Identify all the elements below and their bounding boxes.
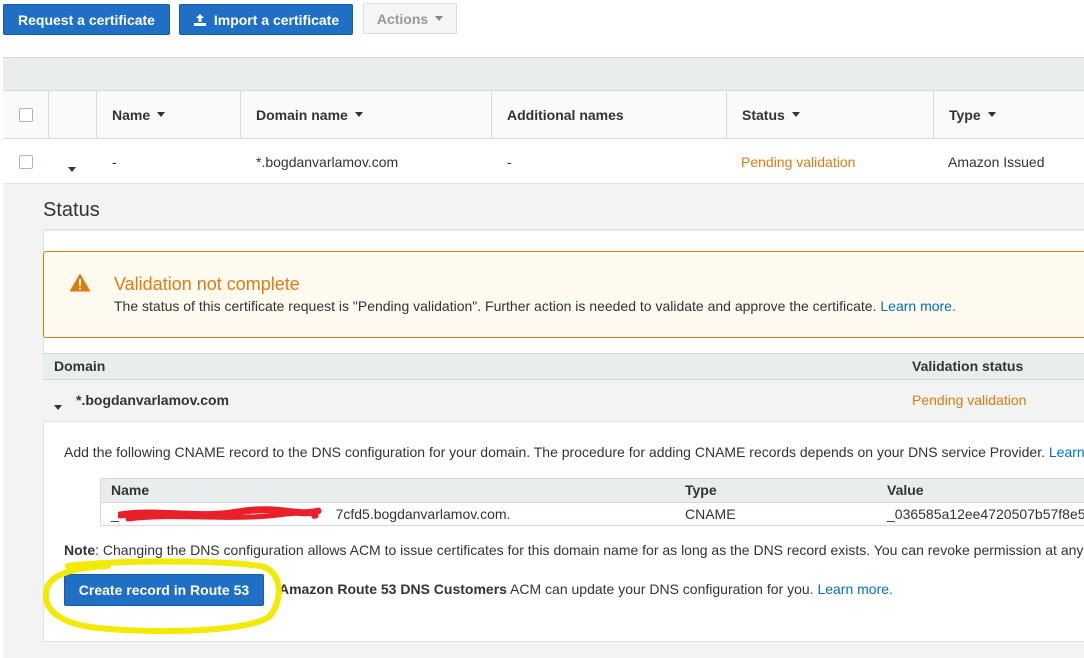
column-header-type[interactable]: Type	[933, 90, 1084, 139]
table-toolbar-band	[3, 57, 1084, 91]
cname-record-value: _036585a12ee4720507b57f8e5	[887, 506, 1084, 522]
cell-name: -	[112, 153, 117, 170]
column-header-name[interactable]: Name	[96, 90, 241, 139]
domain-name: *.bogdanvarlamov.com	[76, 392, 230, 408]
cname-column-name: Name	[111, 482, 150, 498]
row-checkbox[interactable]	[19, 155, 33, 169]
alert-learn-more-link[interactable]: Learn more.	[880, 298, 955, 314]
note-label: Note	[64, 542, 96, 558]
cname-name-suffix: 7cfd5.bogdanvarlamov.com.	[335, 506, 511, 522]
cname-learn-more-link[interactable]: Learn	[1049, 444, 1084, 460]
column-header-additional-names: Additional names	[491, 90, 726, 139]
route53-info: Amazon Route 53 DNS Customers ACM can up…	[279, 581, 893, 597]
cname-instructions-row: Add the following CNAME record to the DN…	[64, 444, 1084, 460]
alert-title: Validation not complete	[114, 274, 300, 294]
section-title: Status	[43, 199, 100, 221]
section-divider	[43, 229, 1084, 230]
column-header-domain-name[interactable]: Domain name	[240, 90, 492, 139]
note-text: : Changing the DNS configuration allows …	[95, 542, 1084, 558]
cname-table-header	[101, 479, 1084, 503]
actions-dropdown[interactable]: Actions	[363, 3, 457, 34]
route53-learn-more-link[interactable]: Learn more.	[817, 581, 892, 597]
cell-additional-names: -	[507, 153, 512, 170]
column-header-validation-status: Validation status	[912, 358, 1024, 374]
chevron-down-icon	[68, 167, 76, 172]
select-all-checkbox[interactable]	[19, 108, 33, 122]
request-certificate-button[interactable]: Request a certificate	[3, 4, 170, 35]
upload-icon	[193, 13, 206, 26]
request-certificate-label: Request a certificate	[18, 11, 155, 28]
highlight-annotation	[42, 558, 282, 635]
sort-icon	[791, 112, 800, 117]
cname-column-value: Value	[887, 482, 924, 498]
cname-column-type: Type	[685, 482, 717, 498]
column-header-status[interactable]: Status	[726, 90, 933, 139]
cell-status: Pending validation	[741, 153, 856, 170]
domain-row-toggle[interactable]	[54, 397, 62, 413]
chevron-down-icon	[54, 405, 62, 410]
dns-note: Note: Changing the DNS configuration all…	[64, 542, 1083, 558]
column-divider	[48, 90, 49, 139]
import-certificate-button[interactable]: Import a certificate	[179, 4, 353, 35]
alert-message-row: The status of this certificate request i…	[114, 298, 956, 314]
column-header-domain: Domain	[54, 358, 106, 374]
cell-domain-name: *.bogdanvarlamov.com	[256, 153, 399, 170]
chevron-down-icon	[435, 16, 444, 21]
warning-icon	[69, 273, 91, 292]
cell-type: Amazon Issued	[948, 153, 1045, 170]
row-expand-toggle[interactable]	[68, 159, 76, 175]
cname-instructions: Add the following CNAME record to the DN…	[64, 444, 1045, 460]
route53-bold-text: Amazon Route 53 DNS Customers	[279, 581, 507, 597]
redaction-scribble	[118, 506, 322, 522]
domain-validation-status: Pending validation	[912, 392, 1027, 408]
table-row[interactable]	[3, 139, 1084, 184]
cname-record-type: CNAME	[685, 506, 736, 522]
route53-text: ACM can update your DNS configuration fo…	[506, 581, 814, 597]
sort-icon	[987, 112, 996, 117]
sort-icon	[157, 112, 166, 117]
sort-icon	[354, 112, 363, 117]
alert-message: The status of this certificate request i…	[114, 298, 877, 314]
import-certificate-label: Import a certificate	[213, 11, 340, 28]
actions-label: Actions	[376, 10, 429, 27]
